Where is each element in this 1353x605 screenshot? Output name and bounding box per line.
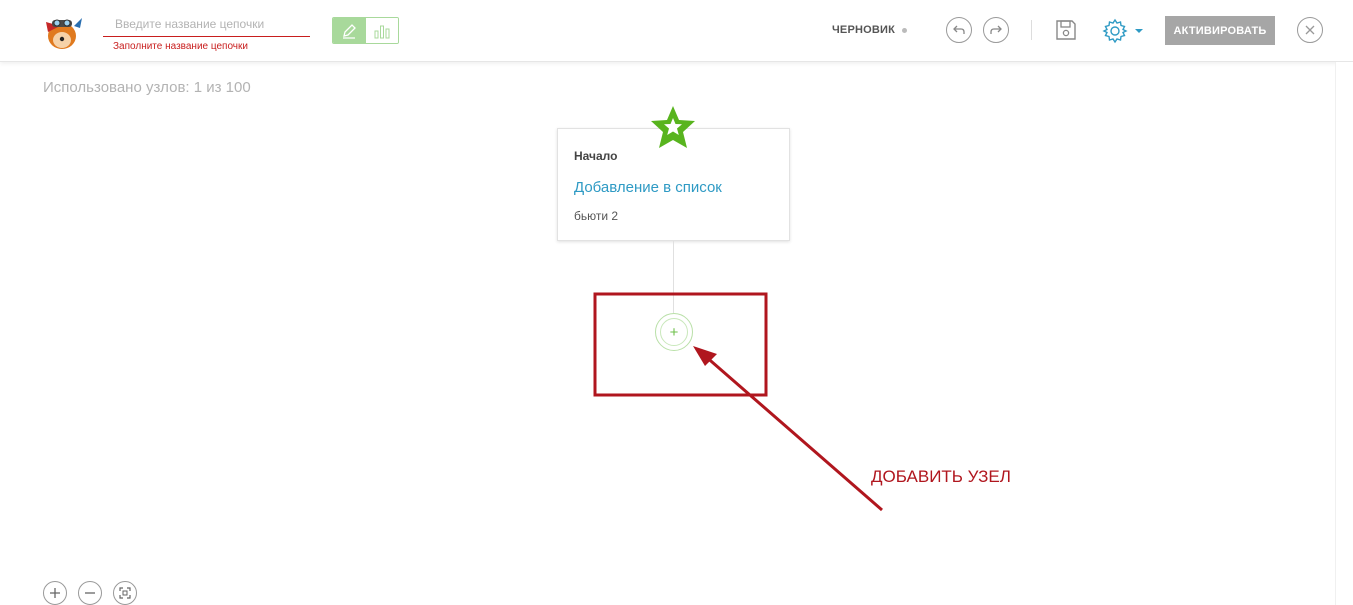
gear-icon xyxy=(1102,18,1128,44)
mode-toggle xyxy=(332,17,399,44)
start-node-title[interactable]: Добавление в список xyxy=(574,179,722,196)
plus-icon: + xyxy=(660,318,688,346)
edit-mode-button[interactable] xyxy=(333,18,366,43)
zoom-out-icon xyxy=(85,592,95,594)
toolbar-divider xyxy=(1031,20,1032,40)
undo-icon xyxy=(953,25,965,34)
pencil-icon xyxy=(343,23,357,39)
fit-screen-button[interactable] xyxy=(113,581,137,605)
chain-name-error: Заполните название цепочки xyxy=(113,41,248,52)
star-icon xyxy=(651,106,695,148)
node-usage-counter: Использовано узлов: 1 из 100 xyxy=(43,79,251,96)
annotation-arrow-head xyxy=(693,346,717,366)
chain-name-input[interactable] xyxy=(103,11,310,37)
caret-down-icon xyxy=(1135,29,1143,33)
add-node-button[interactable]: + xyxy=(655,313,693,351)
status-badge: ЧЕРНОВИК xyxy=(832,24,908,36)
status-label: ЧЕРНОВИК xyxy=(832,24,896,36)
fit-screen-icon xyxy=(119,587,131,599)
status-dot-icon xyxy=(902,27,908,33)
stats-mode-button[interactable] xyxy=(365,18,398,43)
save-icon xyxy=(1056,20,1076,40)
node-connector-line xyxy=(673,241,674,313)
close-icon xyxy=(1305,25,1315,35)
start-node-subtitle: бьюти 2 xyxy=(574,209,619,223)
zoom-out-button[interactable] xyxy=(78,581,102,605)
vertical-scrollbar[interactable] xyxy=(1335,62,1353,605)
zoom-in-icon xyxy=(50,588,60,598)
logo-icon[interactable] xyxy=(40,12,84,50)
close-button[interactable] xyxy=(1297,17,1323,43)
redo-icon xyxy=(990,25,1002,34)
zoom-in-button[interactable] xyxy=(43,581,67,605)
save-button[interactable] xyxy=(1053,16,1079,44)
annotation-arrow-line xyxy=(703,353,883,512)
activate-button[interactable]: АКТИВИРОВАТЬ xyxy=(1165,16,1275,45)
undo-button[interactable] xyxy=(946,17,972,43)
top-toolbar: Заполните название цепочки ЧЕРНОВИК xyxy=(0,0,1353,62)
start-node-label: Начало xyxy=(574,149,618,163)
settings-button[interactable] xyxy=(1100,17,1146,45)
bar-chart-icon xyxy=(374,25,390,38)
annotation-label: ДОБАВИТЬ УЗЕЛ xyxy=(871,467,1011,486)
redo-button[interactable] xyxy=(983,17,1009,43)
